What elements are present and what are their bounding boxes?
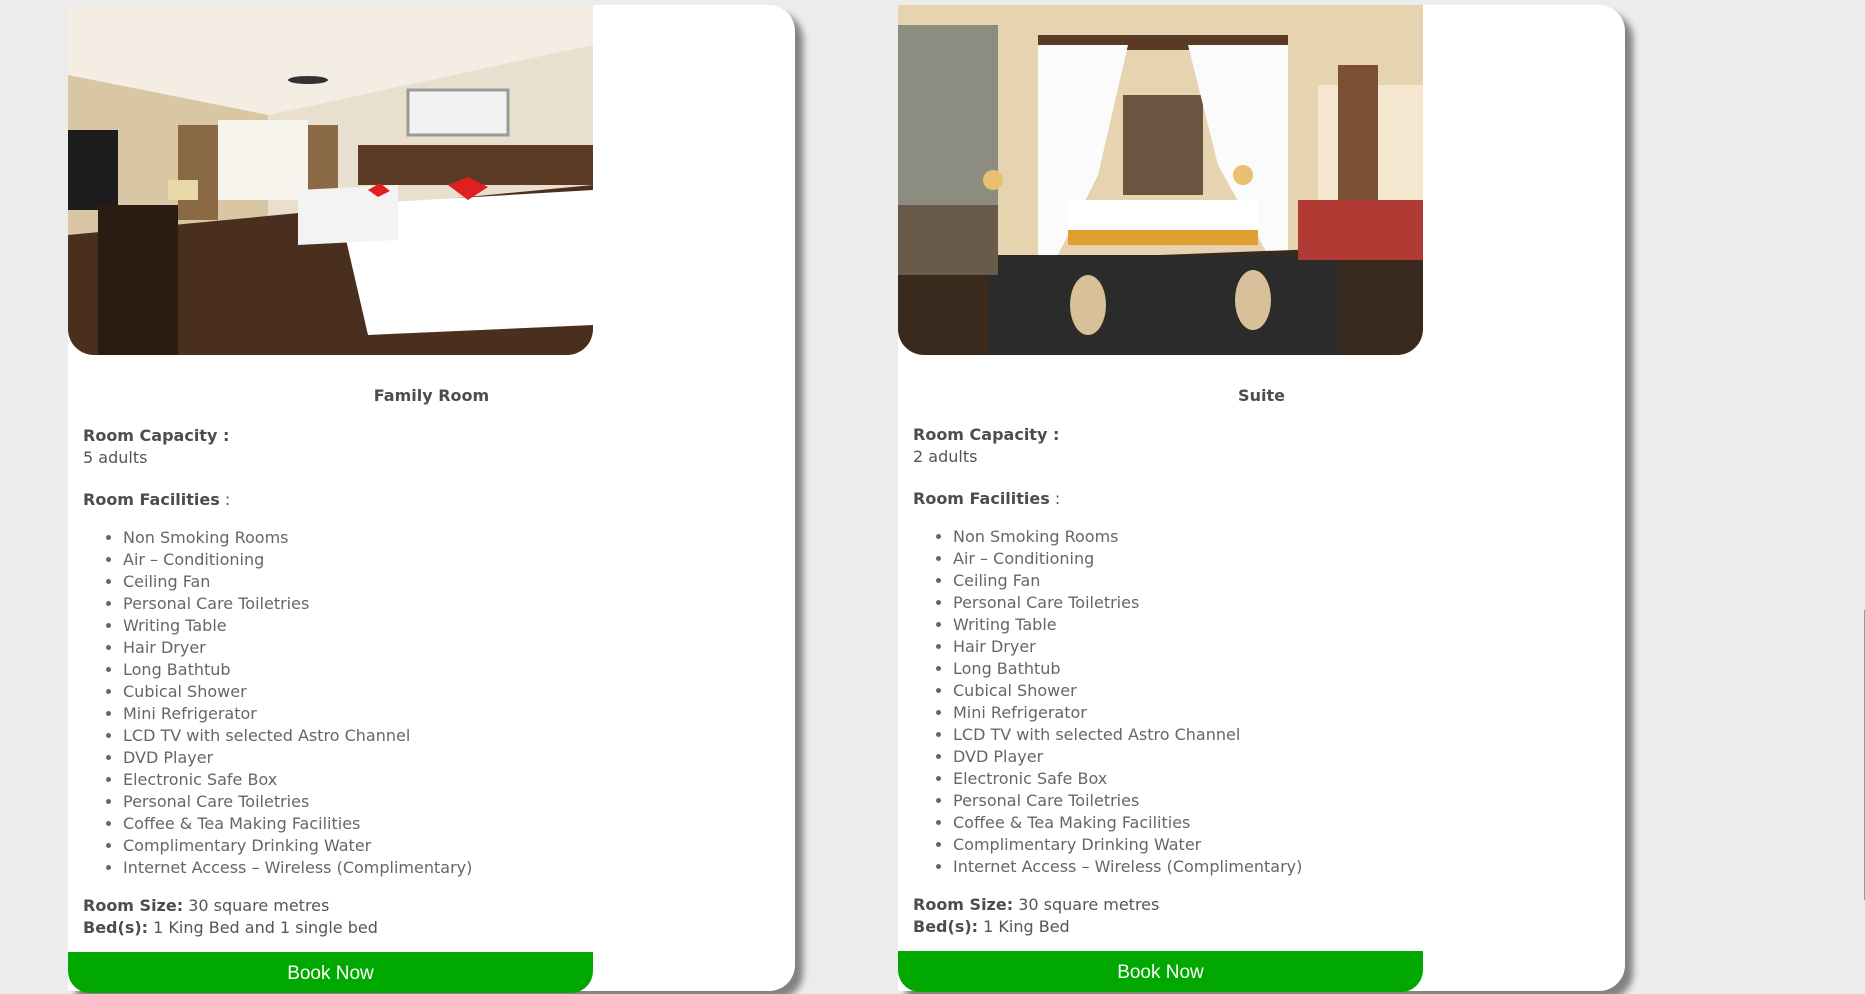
room-capacity: Room Capacity : 5 adults	[83, 425, 229, 469]
room-capacity-label: Room Capacity :	[913, 425, 1060, 444]
facilities-list: Non Smoking Rooms Air – Conditioning Cei…	[913, 526, 1302, 878]
facility-item: LCD TV with selected Astro Channel	[953, 724, 1302, 746]
facility-item: Coffee & Tea Making Facilities	[123, 813, 472, 835]
room-facilities-colon: :	[1049, 489, 1061, 508]
facility-item: LCD TV with selected Astro Channel	[123, 725, 472, 747]
facility-item: Coffee & Tea Making Facilities	[953, 812, 1302, 834]
room-card-suite: Suite Room Capacity : 2 adults Room Faci…	[898, 5, 1625, 992]
room-card-family: Family Room Room Capacity : 5 adults Roo…	[68, 5, 795, 993]
room-beds-label: Bed(s):	[83, 918, 149, 937]
room-facilities-colon: :	[219, 490, 231, 509]
facility-item: Cubical Shower	[123, 681, 472, 703]
book-now-button[interactable]: Book Now	[68, 952, 593, 993]
room-size: Room Size: 30 square metres	[83, 895, 378, 917]
room-title: Suite	[1238, 386, 1285, 405]
facility-item: Internet Access – Wireless (Complimentar…	[123, 857, 472, 879]
facility-item: Hair Dryer	[953, 636, 1302, 658]
facility-item: Non Smoking Rooms	[953, 526, 1302, 548]
room-facilities-heading: Room Facilities :	[83, 489, 230, 511]
room-facilities-label: Room Facilities	[913, 489, 1050, 508]
facility-item: Personal Care Toiletries	[953, 790, 1302, 812]
facility-item: Writing Table	[953, 614, 1302, 636]
facility-item: Electronic Safe Box	[953, 768, 1302, 790]
room-size-value: 30 square metres	[183, 896, 330, 915]
room-beds-label: Bed(s):	[913, 917, 979, 936]
room-facilities-label: Room Facilities	[83, 490, 220, 509]
room-size-value: 30 square metres	[1013, 895, 1160, 914]
book-now-button[interactable]: Book Now	[898, 951, 1423, 992]
facility-item: Complimentary Drinking Water	[953, 834, 1302, 856]
room-beds-value: 1 King Bed	[978, 917, 1070, 936]
room-beds: Bed(s): 1 King Bed	[913, 916, 1159, 938]
facility-item: Mini Refrigerator	[953, 702, 1302, 724]
facility-item: DVD Player	[123, 747, 472, 769]
room-capacity-value: 2 adults	[913, 447, 978, 466]
room-capacity-label: Room Capacity :	[83, 426, 230, 445]
room-photo	[68, 5, 593, 355]
facility-item: Hair Dryer	[123, 637, 472, 659]
room-beds-value: 1 King Bed and 1 single bed	[148, 918, 378, 937]
facility-item: Electronic Safe Box	[123, 769, 472, 791]
room-photo	[898, 5, 1423, 355]
facility-item: Long Bathtub	[123, 659, 472, 681]
room-beds: Bed(s): 1 King Bed and 1 single bed	[83, 917, 378, 939]
facility-item: Complimentary Drinking Water	[123, 835, 472, 857]
facility-item: Long Bathtub	[953, 658, 1302, 680]
facility-item: Air – Conditioning	[953, 548, 1302, 570]
facility-item: Cubical Shower	[953, 680, 1302, 702]
room-capacity: Room Capacity : 2 adults	[913, 424, 1059, 468]
suite-image	[898, 5, 1423, 355]
family-room-image	[68, 5, 593, 355]
facility-item: Personal Care Toiletries	[123, 593, 472, 615]
facility-item: Ceiling Fan	[123, 571, 472, 593]
facility-item: Air – Conditioning	[123, 549, 472, 571]
facility-item: DVD Player	[953, 746, 1302, 768]
facility-item: Personal Care Toiletries	[123, 791, 472, 813]
facility-item: Writing Table	[123, 615, 472, 637]
facility-item: Personal Care Toiletries	[953, 592, 1302, 614]
room-capacity-value: 5 adults	[83, 448, 148, 467]
facility-item: Internet Access – Wireless (Complimentar…	[953, 856, 1302, 878]
room-title: Family Room	[373, 386, 490, 405]
room-size-beds: Room Size: 30 square metres Bed(s): 1 Ki…	[913, 894, 1159, 938]
room-size-label: Room Size:	[913, 895, 1014, 914]
facility-item: Non Smoking Rooms	[123, 527, 472, 549]
room-size-label: Room Size:	[83, 896, 184, 915]
room-size-beds: Room Size: 30 square metres Bed(s): 1 Ki…	[83, 895, 378, 939]
facility-item: Mini Refrigerator	[123, 703, 472, 725]
facilities-list: Non Smoking Rooms Air – Conditioning Cei…	[83, 527, 472, 879]
room-size: Room Size: 30 square metres	[913, 894, 1159, 916]
facility-item: Ceiling Fan	[953, 570, 1302, 592]
room-facilities-heading: Room Facilities :	[913, 488, 1060, 510]
